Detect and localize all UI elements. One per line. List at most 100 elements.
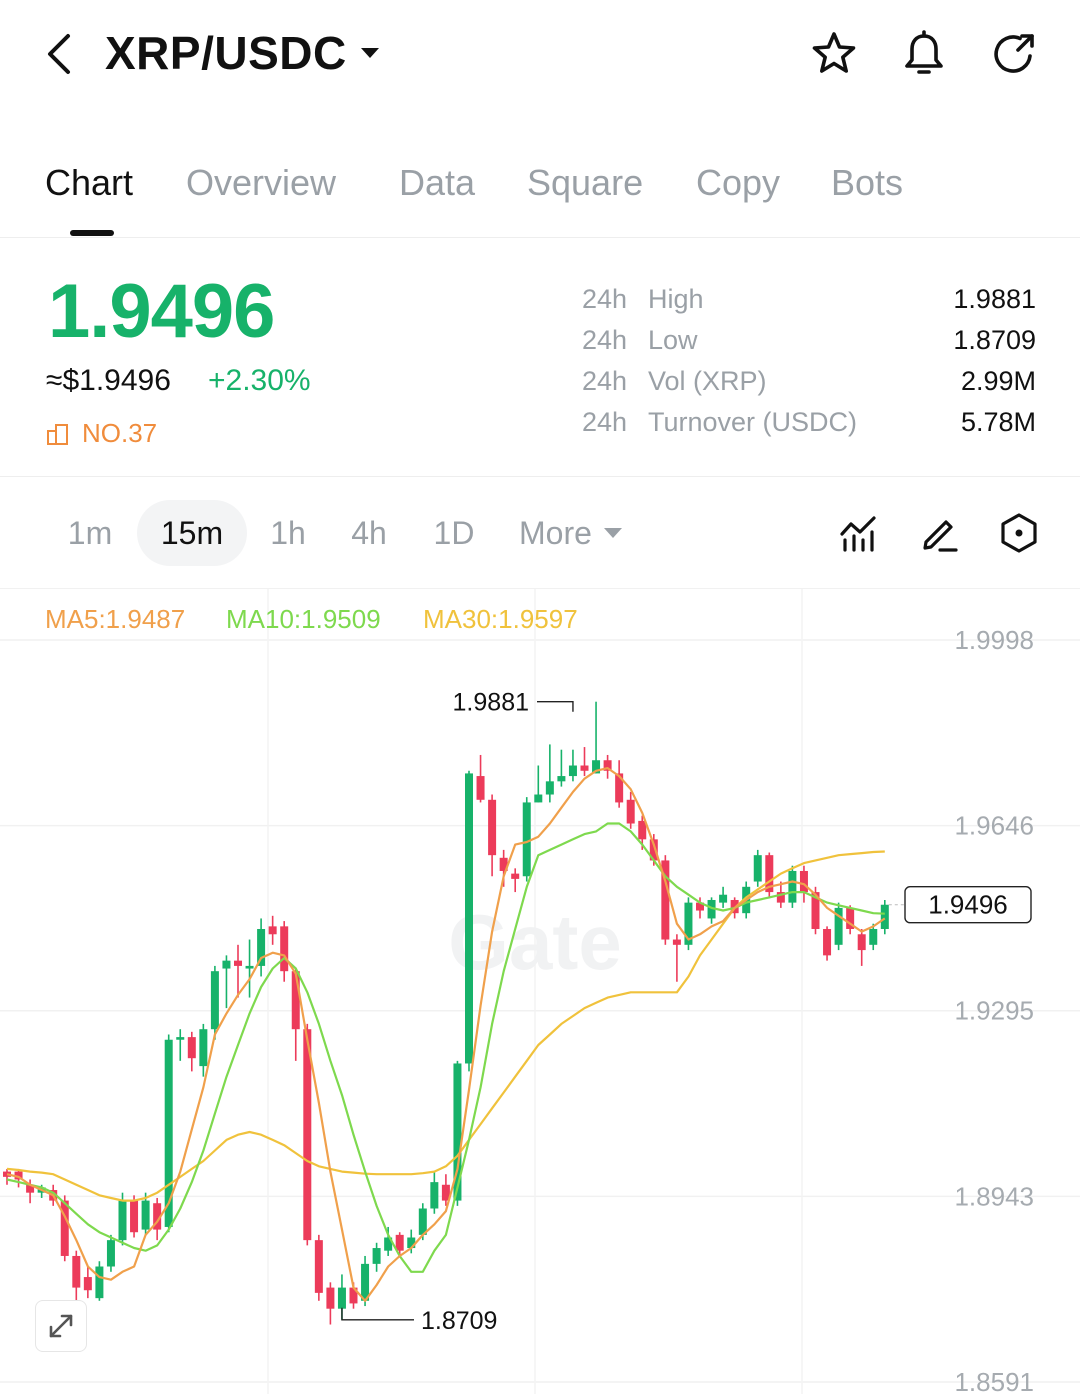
rank-badge[interactable]: NO.37 [46, 418, 157, 449]
stat-label: Vol (XRP) [648, 366, 767, 396]
candle-body [476, 776, 485, 800]
stat-value: 5.78M [960, 407, 1036, 437]
y-axis-tick-label: 1.9295 [954, 996, 1034, 1026]
star-icon[interactable] [810, 30, 858, 78]
usd-price: ≈$1.9496 [46, 364, 171, 397]
tab-chart[interactable]: Chart [45, 162, 133, 204]
stat-value: 2.99M [960, 366, 1036, 396]
candle-body [465, 773, 473, 1064]
tab-copy[interactable]: Copy [696, 162, 780, 204]
candle-body [199, 1029, 208, 1067]
interval-1d[interactable]: 1D [416, 500, 492, 566]
tab-bots[interactable]: Bots [831, 162, 903, 204]
section-divider [0, 476, 1080, 477]
tab-square[interactable]: Square [527, 162, 643, 204]
candle-body [222, 960, 231, 969]
candle-body [823, 928, 832, 956]
candle-body [788, 870, 797, 903]
candle-body [210, 971, 219, 1030]
candle-body [106, 1240, 115, 1267]
candlestick-chart[interactable]: Gate 1.9998 1.9646 1.9295 1.8943 1.8591 1.9881… [0, 589, 1080, 1394]
tab-bar: Chart Overview Data Square Copy Bots [0, 150, 1080, 238]
fullscreen-expand-icon[interactable] [35, 1300, 87, 1352]
stat-low: 24h Low 1.8709 [582, 325, 1036, 359]
interval-more-dropdown[interactable]: More [519, 500, 639, 566]
stat-volume: 24h Vol (XRP) 2.99M [582, 366, 1036, 400]
low-marker-label: 1.8709 [421, 1307, 497, 1335]
y-axis-tick-label: 1.8943 [954, 1181, 1034, 1211]
tab-overview[interactable]: Overview [186, 162, 336, 204]
candle-body [164, 1039, 173, 1227]
candle-body [857, 934, 866, 951]
y-axis-tick-label: 1.8591 [954, 1367, 1034, 1394]
candle-body [545, 781, 554, 795]
stat-period: 24h [582, 284, 628, 314]
stat-value: 1.8709 [953, 325, 1036, 355]
candle-body [257, 928, 266, 966]
candle-body [522, 802, 531, 877]
stat-high: 24h High 1.9881 [582, 284, 1036, 318]
candle-body [799, 870, 808, 893]
high-marker-line [537, 701, 574, 712]
ma30-line [6, 850, 885, 1202]
caret-down-icon [360, 48, 379, 58]
draw-pencil-icon[interactable] [918, 512, 960, 554]
back-chevron-icon[interactable] [40, 30, 84, 78]
candle-body [60, 1200, 69, 1256]
high-marker-label: 1.9881 [453, 689, 529, 717]
candle-body [719, 894, 728, 903]
price-change-percent: +2.30% [208, 364, 311, 397]
last-price-tag-label: 1.9496 [928, 890, 1008, 920]
candle-body [130, 1200, 139, 1233]
interval-4h[interactable]: 4h [333, 500, 405, 566]
candle-body [626, 799, 635, 824]
candle-body [141, 1200, 150, 1230]
y-axis-tick-label: 1.9646 [954, 811, 1034, 841]
candle-body [72, 1255, 81, 1288]
candle-body [672, 939, 681, 945]
share-icon[interactable] [990, 30, 1038, 78]
candle-body [557, 776, 566, 782]
interval-1h[interactable]: 1h [252, 500, 324, 566]
chart-canvas[interactable]: Gate 1.9998 1.9646 1.9295 1.8943 1.8591 1.9881… [0, 589, 1080, 1394]
candle-body [326, 1287, 335, 1309]
candle-body [245, 965, 254, 969]
last-price: 1.9496 [48, 269, 275, 354]
candle-body [337, 1287, 346, 1309]
candle-body [488, 799, 497, 856]
stat-label: High [648, 284, 704, 314]
ma30-legend: MA30:1.9597 [423, 604, 578, 634]
more-label: More [519, 515, 592, 551]
rank-bars-icon [46, 422, 70, 446]
candle-body [176, 1037, 185, 1040]
interval-15m[interactable]: 15m [137, 500, 247, 566]
candle-body [118, 1200, 127, 1241]
settings-hexagon-icon[interactable] [998, 512, 1040, 554]
ma5-legend: MA5:1.9487 [45, 604, 186, 634]
interval-1m[interactable]: 1m [50, 500, 130, 566]
candle-body [511, 873, 520, 879]
tab-data[interactable]: Data [399, 162, 475, 204]
stat-label: Turnover (USDC) [648, 407, 858, 437]
candle-body [280, 926, 289, 972]
stat-period: 24h [582, 325, 628, 355]
indicator-icon[interactable] [838, 512, 880, 554]
candle-body [314, 1240, 323, 1293]
pair-title: XRP/USDC [105, 27, 347, 79]
ma5-line [6, 767, 886, 1302]
candle-body [568, 765, 577, 777]
candle-body [187, 1037, 196, 1059]
active-tab-indicator [70, 230, 114, 236]
caret-down-icon [603, 528, 622, 538]
candle-body [95, 1266, 104, 1299]
candle-body [880, 904, 889, 929]
bell-icon[interactable] [900, 30, 948, 78]
pair-selector[interactable]: XRP/USDC [105, 26, 379, 80]
stat-value: 1.9881 [953, 284, 1036, 314]
candle-body [534, 794, 543, 803]
candle-body [234, 960, 242, 966]
stat-period: 24h [582, 366, 628, 396]
candle-body [753, 855, 762, 882]
candle-body [580, 765, 589, 771]
y-axis-tick-label: 1.9998 [954, 625, 1034, 655]
